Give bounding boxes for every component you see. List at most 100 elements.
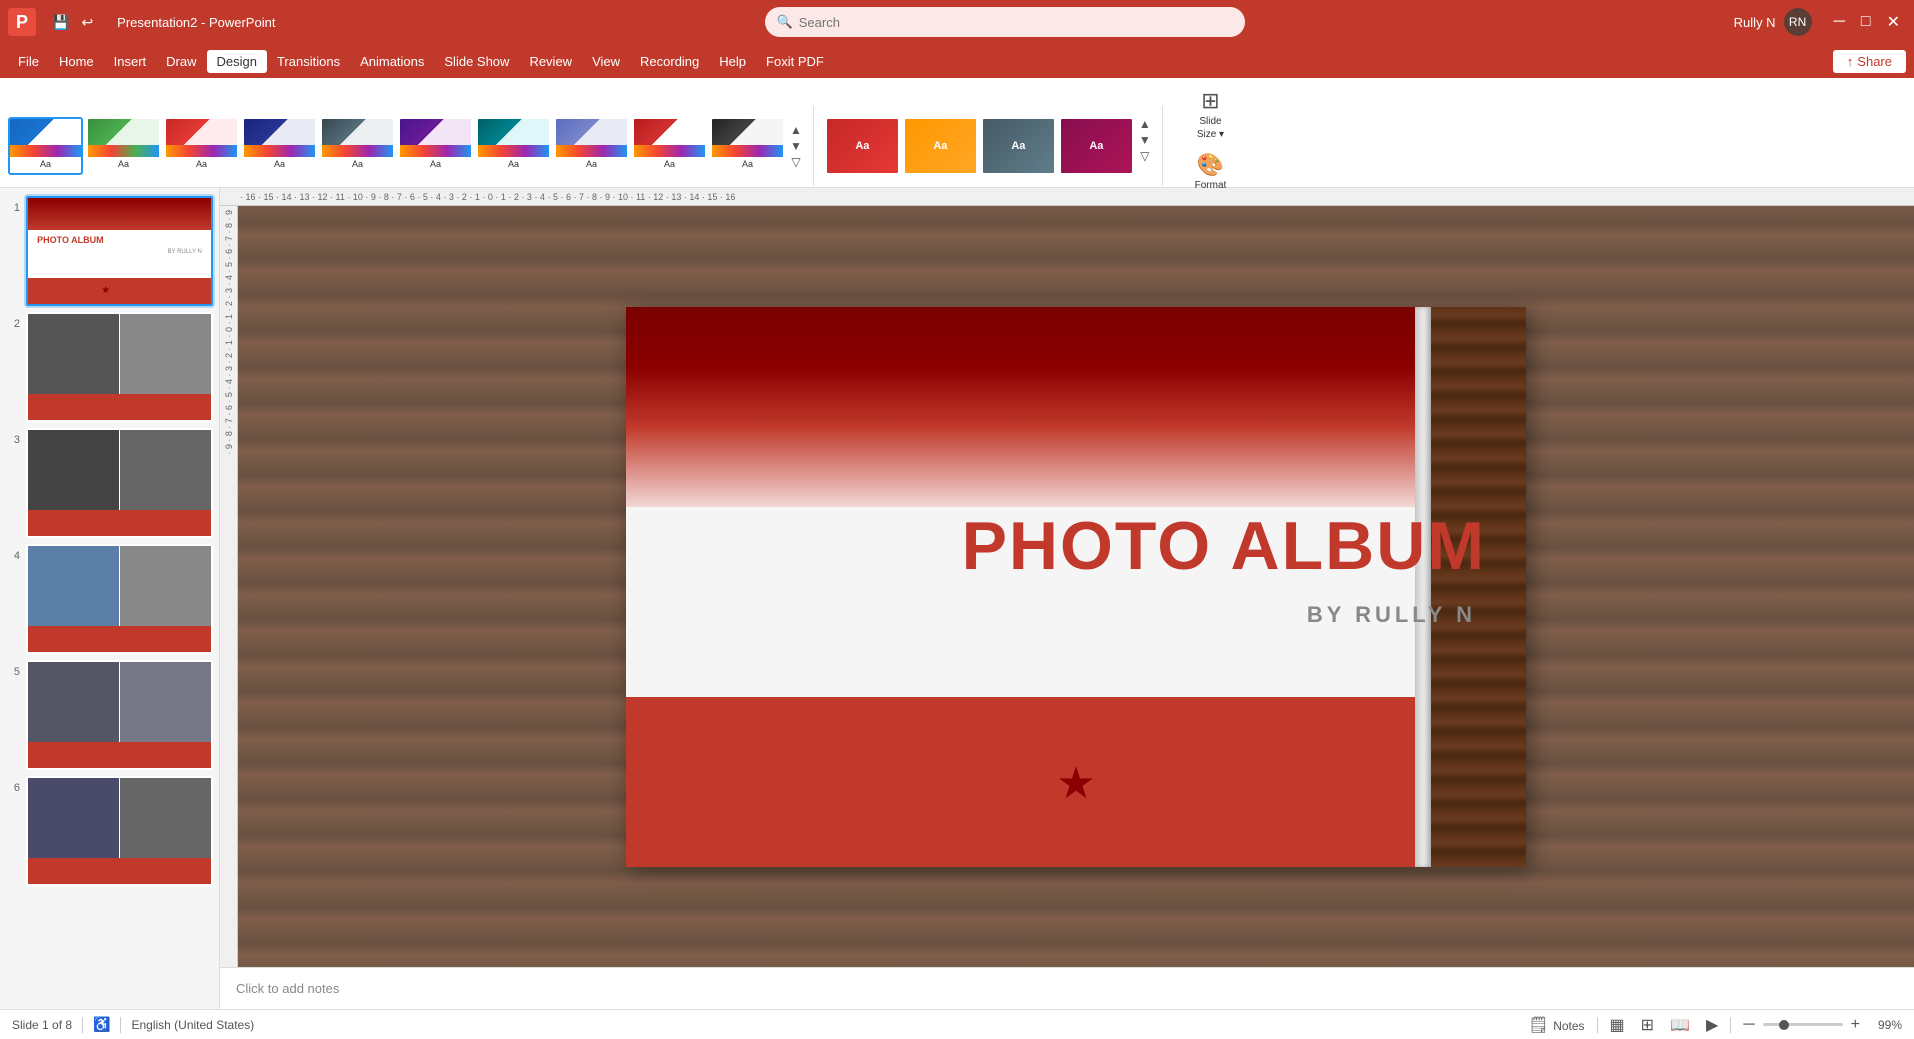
- search-input[interactable]: [799, 15, 1233, 30]
- variants-scroll-down[interactable]: ▼: [1139, 133, 1151, 147]
- slide-star: ★: [1056, 758, 1095, 809]
- slide-right-bg: [1426, 307, 1526, 867]
- menu-draw[interactable]: Draw: [156, 50, 206, 73]
- restore-button[interactable]: □: [1855, 10, 1877, 34]
- variants-scroll: ▲ ▼ ▽: [1139, 117, 1151, 163]
- ribbon-sep-1: [813, 106, 814, 186]
- ribbon-sep-2: [1162, 106, 1163, 186]
- slide-sorter-button[interactable]: ⊞: [1637, 1013, 1658, 1037]
- theme-3-label: Aa: [166, 159, 237, 169]
- variants-scroll-up[interactable]: ▲: [1139, 117, 1151, 131]
- zoom-level: 99%: [1868, 1018, 1902, 1032]
- menu-view[interactable]: View: [582, 50, 630, 73]
- slide-num-3: 3: [6, 434, 20, 446]
- theme-1-label: Aa: [10, 159, 81, 169]
- slide-content[interactable]: PHOTO ALBUM BY RULLY N ★: [626, 307, 1526, 867]
- variant-4[interactable]: Aa: [1059, 117, 1134, 175]
- theme-9-label: Aa: [634, 159, 705, 169]
- slide-size-label2: Size ▾: [1197, 129, 1224, 140]
- slide-thumb-4[interactable]: [26, 544, 213, 654]
- slide-thumb-3[interactable]: [26, 428, 213, 538]
- slide-size-button[interactable]: ⊞ Slide Size ▾: [1178, 84, 1243, 144]
- menu-insert[interactable]: Insert: [104, 50, 157, 73]
- menu-design[interactable]: Design: [207, 50, 267, 73]
- menu-home[interactable]: Home: [49, 50, 104, 73]
- themes-scroll: ▲ ▼ ▽: [790, 123, 802, 169]
- accessibility-icon[interactable]: ♿: [93, 1016, 110, 1033]
- avatar-initial: RN: [1789, 15, 1806, 29]
- theme-7-label: Aa: [478, 159, 549, 169]
- slide-item-1[interactable]: 1 PHOTO ALBUM BY RULLY N ★: [6, 196, 213, 306]
- slide-item-5[interactable]: 5: [6, 660, 213, 770]
- slide-thumb-5[interactable]: [26, 660, 213, 770]
- menu-foxit[interactable]: Foxit PDF: [756, 50, 834, 73]
- notes-area[interactable]: Click to add notes: [220, 967, 1914, 1009]
- thumb-content-6: [28, 778, 211, 884]
- menu-help[interactable]: Help: [709, 50, 756, 73]
- theme-8[interactable]: Aa: [554, 117, 629, 175]
- zoom-in-button[interactable]: +: [1847, 1014, 1864, 1036]
- variants-expand[interactable]: ▽: [1139, 149, 1151, 163]
- menu-slideshow[interactable]: Slide Show: [434, 50, 519, 73]
- save-icon[interactable]: 💾: [48, 12, 73, 33]
- theme-2[interactable]: Aa: [86, 117, 161, 175]
- themes-scroll-up[interactable]: ▲: [790, 123, 802, 137]
- zoom-slider[interactable]: [1763, 1023, 1843, 1026]
- share-button[interactable]: ↑ Share: [1833, 50, 1906, 73]
- slide-canvas[interactable]: PHOTO ALBUM BY RULLY N ★: [238, 206, 1914, 967]
- themes-expand[interactable]: ▽: [790, 155, 802, 169]
- undo-icon[interactable]: ↩: [77, 12, 97, 33]
- variant-2[interactable]: Aa: [903, 117, 978, 175]
- theme-8-label: Aa: [556, 159, 627, 169]
- notes-button[interactable]: 🗒 Notes: [1524, 1013, 1588, 1037]
- variant-3[interactable]: Aa: [981, 117, 1056, 175]
- slide-thumb-1[interactable]: PHOTO ALBUM BY RULLY N ★: [26, 196, 213, 306]
- slide-title: PHOTO ALBUM: [962, 507, 1486, 585]
- theme-5-label: Aa: [322, 159, 393, 169]
- themes-scroll-down[interactable]: ▼: [790, 139, 802, 153]
- menu-review[interactable]: Review: [519, 50, 582, 73]
- slide-panel[interactable]: 1 PHOTO ALBUM BY RULLY N ★ 2: [0, 188, 220, 1009]
- zoom-out-button[interactable]: ─: [1739, 1014, 1758, 1036]
- slide-num-6: 6: [6, 782, 20, 794]
- theme-5[interactable]: Aa: [320, 117, 395, 175]
- theme-1[interactable]: Aa: [8, 117, 83, 175]
- slide-item-3[interactable]: 3: [6, 428, 213, 538]
- slide-main[interactable]: PHOTO ALBUM BY RULLY N ★: [626, 307, 1526, 867]
- slide-num-4: 4: [6, 550, 20, 562]
- thumb-content-2: [28, 314, 211, 420]
- menu-animations[interactable]: Animations: [350, 50, 434, 73]
- search-box[interactable]: 🔍: [765, 7, 1245, 37]
- theme-10[interactable]: Aa: [710, 117, 785, 175]
- status-divider-2: [120, 1017, 121, 1033]
- theme-10-label: Aa: [712, 159, 783, 169]
- zoom-control[interactable]: ─ + 99%: [1739, 1014, 1902, 1036]
- theme-9[interactable]: Aa: [632, 117, 707, 175]
- theme-3[interactable]: Aa: [164, 117, 239, 175]
- slide-item-4[interactable]: 4: [6, 544, 213, 654]
- language: English (United States): [131, 1018, 254, 1032]
- close-button[interactable]: ✕: [1881, 10, 1906, 34]
- notes-placeholder[interactable]: Click to add notes: [236, 981, 339, 996]
- ruler-horizontal: · 16 · 15 · 14 · 13 · 12 · 11 · 10 · 9 ·…: [220, 188, 1914, 206]
- variant-1[interactable]: Aa: [825, 117, 900, 175]
- share-icon: ↑: [1847, 54, 1854, 69]
- slide-thumb-2[interactable]: [26, 312, 213, 422]
- minimize-button[interactable]: ─: [1828, 10, 1851, 34]
- reading-view-button[interactable]: 📖: [1666, 1013, 1694, 1037]
- theme-7[interactable]: Aa: [476, 117, 551, 175]
- theme-4[interactable]: Aa: [242, 117, 317, 175]
- menu-transitions[interactable]: Transitions: [267, 50, 350, 73]
- thumb-content-1: PHOTO ALBUM BY RULLY N ★: [28, 198, 211, 304]
- normal-view-button[interactable]: ▦: [1606, 1013, 1629, 1037]
- theme-6[interactable]: Aa: [398, 117, 473, 175]
- menu-file[interactable]: File: [8, 50, 49, 73]
- slide-thumb-6[interactable]: [26, 776, 213, 886]
- slideshow-button[interactable]: ▶: [1702, 1013, 1722, 1037]
- user-avatar[interactable]: RN: [1784, 8, 1812, 36]
- slide-item-6[interactable]: 6: [6, 776, 213, 886]
- notes-icon: 🗒: [1528, 1017, 1548, 1034]
- notes-label: Notes: [1553, 1019, 1584, 1033]
- slide-item-2[interactable]: 2: [6, 312, 213, 422]
- menu-recording[interactable]: Recording: [630, 50, 709, 73]
